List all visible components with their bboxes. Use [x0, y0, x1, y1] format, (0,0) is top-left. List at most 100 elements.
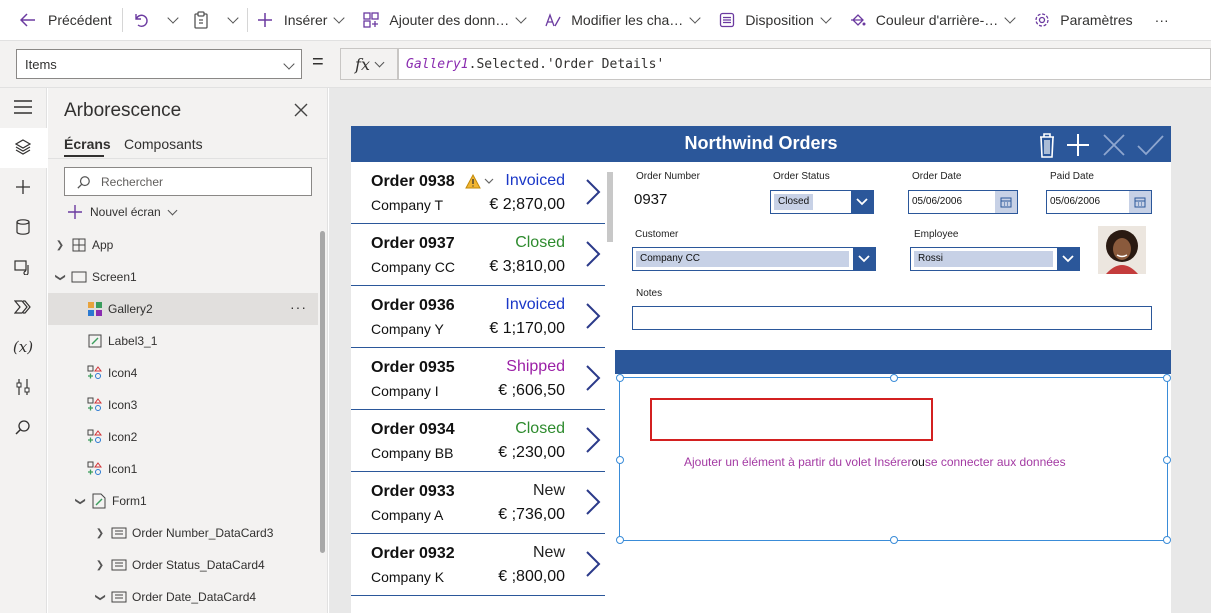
- tree-node-icon1[interactable]: Icon1: [48, 453, 318, 485]
- property-value: Items: [25, 57, 57, 72]
- tree-node-label: Gallery2: [108, 302, 153, 316]
- notes-input[interactable]: [632, 306, 1152, 330]
- chevron-right-icon: ❯: [95, 559, 105, 571]
- chevron-right-icon[interactable]: [585, 178, 601, 209]
- order-status-dropdown[interactable]: Closed: [770, 190, 874, 214]
- employee-dropdown[interactable]: Rossi: [910, 247, 1080, 271]
- tree-node-screen1[interactable]: ❯ Screen1: [48, 261, 318, 293]
- order-status: Shipped: [506, 358, 565, 375]
- resize-handle[interactable]: [1163, 374, 1171, 382]
- gallery-row[interactable]: Order 0935 Company I Shipped € ;606,50: [351, 348, 605, 410]
- close-icon[interactable]: [294, 100, 308, 123]
- chevron-right-icon[interactable]: [585, 488, 601, 519]
- chevron-right-icon[interactable]: [585, 426, 601, 457]
- tree-view-icon[interactable]: [12, 136, 34, 158]
- tree-node-gallery2[interactable]: Gallery2 ···: [48, 293, 318, 325]
- tab-screens[interactable]: Écrans: [64, 136, 111, 152]
- gallery-row[interactable]: Order 0934 Company BB Closed € ;230,00: [351, 410, 605, 472]
- company-name: Company T: [371, 197, 444, 213]
- resize-handle[interactable]: [1163, 536, 1171, 544]
- paid-date-value: 05/06/2006: [1050, 196, 1101, 207]
- connect-data-link[interactable]: se connecter aux données: [925, 455, 1066, 469]
- paste-button[interactable]: [185, 0, 217, 41]
- order-status-label: Order Status: [773, 171, 830, 182]
- insert-pane-link[interactable]: Ajouter un élément à partir du volet Ins…: [684, 455, 911, 469]
- clipboard-icon: [194, 11, 208, 29]
- chevron-down-icon: [851, 191, 873, 213]
- tree-node-label3-1[interactable]: Label3_1: [48, 325, 318, 357]
- tree-scrollbar[interactable]: [320, 231, 325, 553]
- resize-handle[interactable]: [616, 374, 624, 382]
- tree-node-label: Form1: [112, 494, 147, 508]
- modify-fields-button[interactable]: Modifier les cha…: [537, 0, 711, 41]
- more-options-icon[interactable]: ···: [290, 299, 307, 315]
- plus-icon: [257, 13, 272, 27]
- warning-icon[interactable]: [465, 173, 497, 193]
- paid-date-picker[interactable]: 05/06/2006: [1046, 190, 1152, 214]
- layout-button[interactable]: Disposition: [711, 0, 841, 41]
- tree-node-form1[interactable]: ❯ Form1: [48, 485, 318, 517]
- order-amount: € 2;870,00: [489, 196, 565, 213]
- paste-dropdown[interactable]: [217, 0, 245, 41]
- resize-handle[interactable]: [616, 456, 624, 464]
- orders-gallery[interactable]: Order 0938 Company T Invoiced € 2;870,00…: [351, 162, 615, 613]
- cancel-icon[interactable]: [1100, 131, 1128, 159]
- order-number: Order 0938: [371, 173, 455, 190]
- resize-handle[interactable]: [890, 374, 898, 382]
- chevron-down-icon: [820, 12, 832, 24]
- chevron-down-icon: [283, 58, 295, 70]
- chevron-right-icon[interactable]: [585, 302, 601, 333]
- gallery-row[interactable]: Order 0938 Company T Invoiced € 2;870,00: [351, 162, 605, 224]
- formula-input[interactable]: Gallery1.Selected.'Order Details': [398, 48, 1211, 80]
- power-automate-icon[interactable]: [12, 296, 34, 318]
- gallery-row[interactable]: Order 0933 Company A New € ;736,00: [351, 472, 605, 534]
- variables-icon[interactable]: (x): [12, 336, 34, 358]
- new-screen-button[interactable]: Nouvel écran: [68, 205, 180, 219]
- fx-button[interactable]: fx: [340, 48, 398, 80]
- add-icon[interactable]: [1064, 131, 1092, 159]
- tree-node-icon3[interactable]: Icon3: [48, 389, 318, 421]
- chevron-right-icon[interactable]: [585, 550, 601, 581]
- property-selector[interactable]: Items: [16, 49, 302, 79]
- tree-node-order-date-datacard[interactable]: ❯ Order Date_DataCard4: [48, 581, 318, 613]
- tree-node-app[interactable]: ❯ App: [48, 229, 318, 261]
- insert-icon[interactable]: [12, 176, 34, 198]
- tree-node-icon4[interactable]: Icon4: [48, 357, 318, 389]
- tree-node-order-number-datacard[interactable]: ❯ Order Number_DataCard3: [48, 517, 318, 549]
- undo-button[interactable]: [125, 0, 157, 41]
- gallery-row[interactable]: Order 0932 Company K New € ;800,00: [351, 534, 605, 596]
- background-color-label: Couleur d'arrière-…: [875, 12, 999, 28]
- advanced-tools-icon[interactable]: [12, 376, 34, 398]
- media-icon[interactable]: [12, 256, 34, 278]
- new-screen-label: Nouvel écran: [90, 205, 161, 219]
- hamburger-menu-icon[interactable]: [12, 96, 34, 118]
- tab-components[interactable]: Composants: [124, 136, 203, 152]
- gallery-row[interactable]: Order 0936 Company Y Invoiced € 1;170,00: [351, 286, 605, 348]
- tree-node-icon2[interactable]: Icon2: [48, 421, 318, 453]
- check-icon[interactable]: [1136, 131, 1164, 159]
- settings-button[interactable]: Paramètres: [1026, 0, 1140, 41]
- notes-label: Notes: [636, 288, 663, 299]
- resize-handle[interactable]: [616, 536, 624, 544]
- more-commands-button[interactable]: ···: [1141, 0, 1177, 41]
- undo-dropdown[interactable]: [157, 0, 185, 41]
- chevron-right-icon[interactable]: [585, 364, 601, 395]
- insert-button[interactable]: Insérer: [250, 0, 356, 41]
- customer-dropdown[interactable]: Company CC: [632, 247, 876, 271]
- chevron-down-icon: [167, 205, 178, 215]
- order-date-picker[interactable]: 05/06/2006: [908, 190, 1018, 214]
- background-color-button[interactable]: Couleur d'arrière-…: [842, 0, 1027, 41]
- tree-node-order-status-datacard[interactable]: ❯ Order Status_DataCard4: [48, 549, 318, 581]
- gallery-scrollbar[interactable]: [607, 172, 613, 242]
- tree-search-input[interactable]: Rechercher: [64, 167, 312, 196]
- chevron-right-icon[interactable]: [585, 240, 601, 271]
- resize-handle[interactable]: [1163, 456, 1171, 464]
- data-icon[interactable]: [12, 216, 34, 238]
- order-number-label: Order Number: [636, 171, 700, 182]
- back-button[interactable]: Précédent: [0, 0, 120, 41]
- gallery-row[interactable]: Order 0937 Company CC Closed € 3;810,00: [351, 224, 605, 286]
- search-icon[interactable]: [12, 416, 34, 438]
- resize-handle[interactable]: [890, 536, 898, 544]
- trash-icon[interactable]: [1033, 131, 1061, 159]
- add-data-button[interactable]: Ajouter des donn…: [355, 0, 537, 41]
